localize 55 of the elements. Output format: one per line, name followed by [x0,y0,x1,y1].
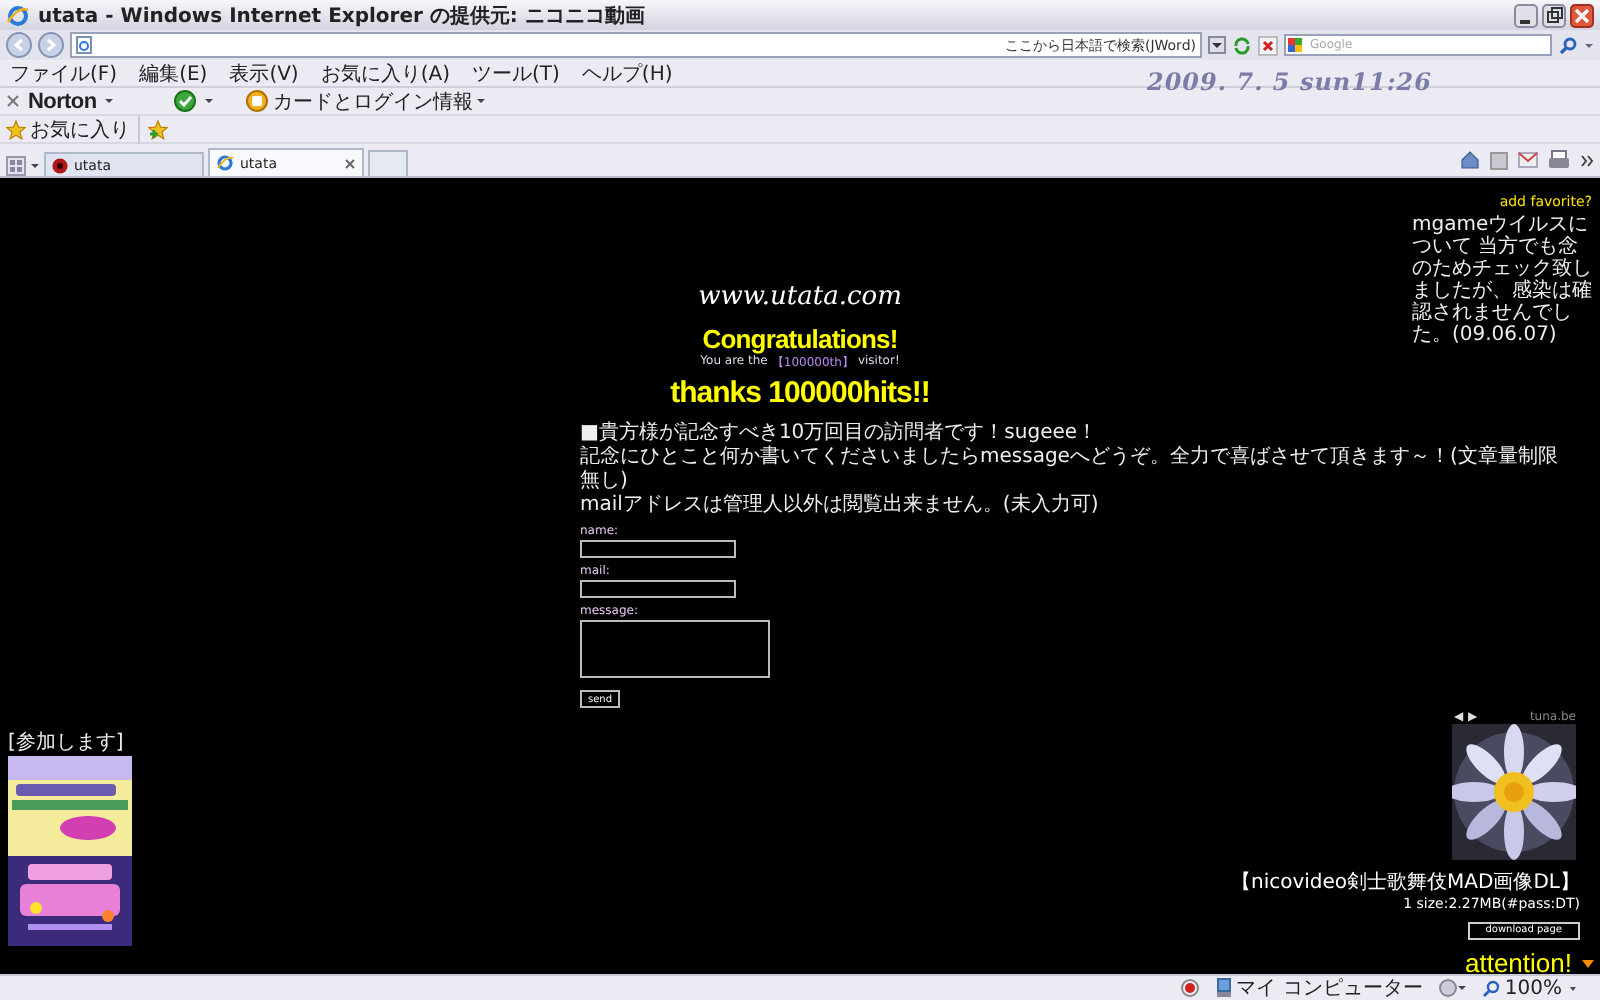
stop-icon[interactable] [1258,35,1278,55]
intro-text: mailアドレスは管理人以外は閲覧出来ません。(未入力可) [580,494,1101,518]
menu-item[interactable]: 編集(E) [137,59,210,87]
caret-icon[interactable] [204,96,215,106]
minimize-icon[interactable] [1514,3,1538,27]
thanks-heading: thanks 100000hits!! [670,376,930,410]
restore-icon[interactable] [1542,3,1566,27]
menu-item[interactable]: ファイル(F) [8,59,120,87]
caret-icon [1566,983,1580,993]
clock: 2009. 7. 5 sun11:26 [1146,67,1432,95]
card-icon [246,90,269,112]
close-icon[interactable] [6,94,20,108]
ie-logo-icon [6,3,30,27]
message-field[interactable] [580,620,770,678]
chevron-icon[interactable] [1580,153,1594,167]
attention-link[interactable]: attention! [1465,948,1572,974]
notice-text: mgameウイルスについて 当方でも念のためチェック致しましたが、感染は確認されませんでした。(09.06.07) [1412,214,1592,346]
check-icon[interactable] [174,90,197,112]
close-icon[interactable] [1570,3,1594,27]
menu-item[interactable]: 表示(V) [227,59,301,87]
zoom-button[interactable]: 100% [1482,977,1580,999]
caret-icon[interactable] [104,96,115,106]
zone-label: マイ コンピューター [1236,976,1423,1000]
computer-icon [1216,978,1233,998]
intro-text: ■貴方様が記念すべき10万回目の訪問者です！sugeee！ [580,422,1100,445]
congratulations-heading: Congratulations! [702,324,898,354]
search-icon[interactable] [1558,35,1578,55]
card-menu-button[interactable]: カードとログイン情報 [246,87,487,115]
print-icon[interactable] [1548,150,1570,170]
intro-text: 記念にひとこと何か書いてくださいましたらmessageへどうぞ。全力で喜ばさせて頂きます～！(文章量制限無し) [580,446,1560,493]
google-icon [1288,38,1302,52]
caret-icon [476,96,487,106]
down-arrow-icon [1582,959,1594,967]
ie-logo-icon [216,154,234,172]
close-tab-icon [344,157,356,169]
banner-caption: [参加します] [8,729,126,756]
add-favorite-icon[interactable] [148,119,168,139]
menu-item[interactable]: ツール(T) [470,59,562,87]
home-icon[interactable] [1460,150,1480,170]
zoom-icon [1482,979,1501,997]
window-title: utata - Windows Internet Explorer の提供元: ニコニコ動画 [38,3,647,29]
mail-field[interactable] [580,580,736,598]
menu-item[interactable]: お気に入り(A) [318,59,452,87]
name-field[interactable] [580,540,736,558]
dropdown-icon[interactable] [1208,36,1226,54]
page-icon [76,36,92,54]
download-title: 【nicovideo剣士歌舞伎MAD画像DL】 [1231,869,1580,896]
norton-brand[interactable]: Norton [28,89,97,113]
site-title: www.utata.com [698,282,902,312]
mail-icon[interactable] [1518,152,1538,168]
back-icon[interactable] [6,32,32,58]
menu-item[interactable]: ヘルプ(H) [579,59,675,87]
forward-icon[interactable] [38,32,64,58]
star-icon [6,119,26,139]
site-icon [52,157,68,173]
